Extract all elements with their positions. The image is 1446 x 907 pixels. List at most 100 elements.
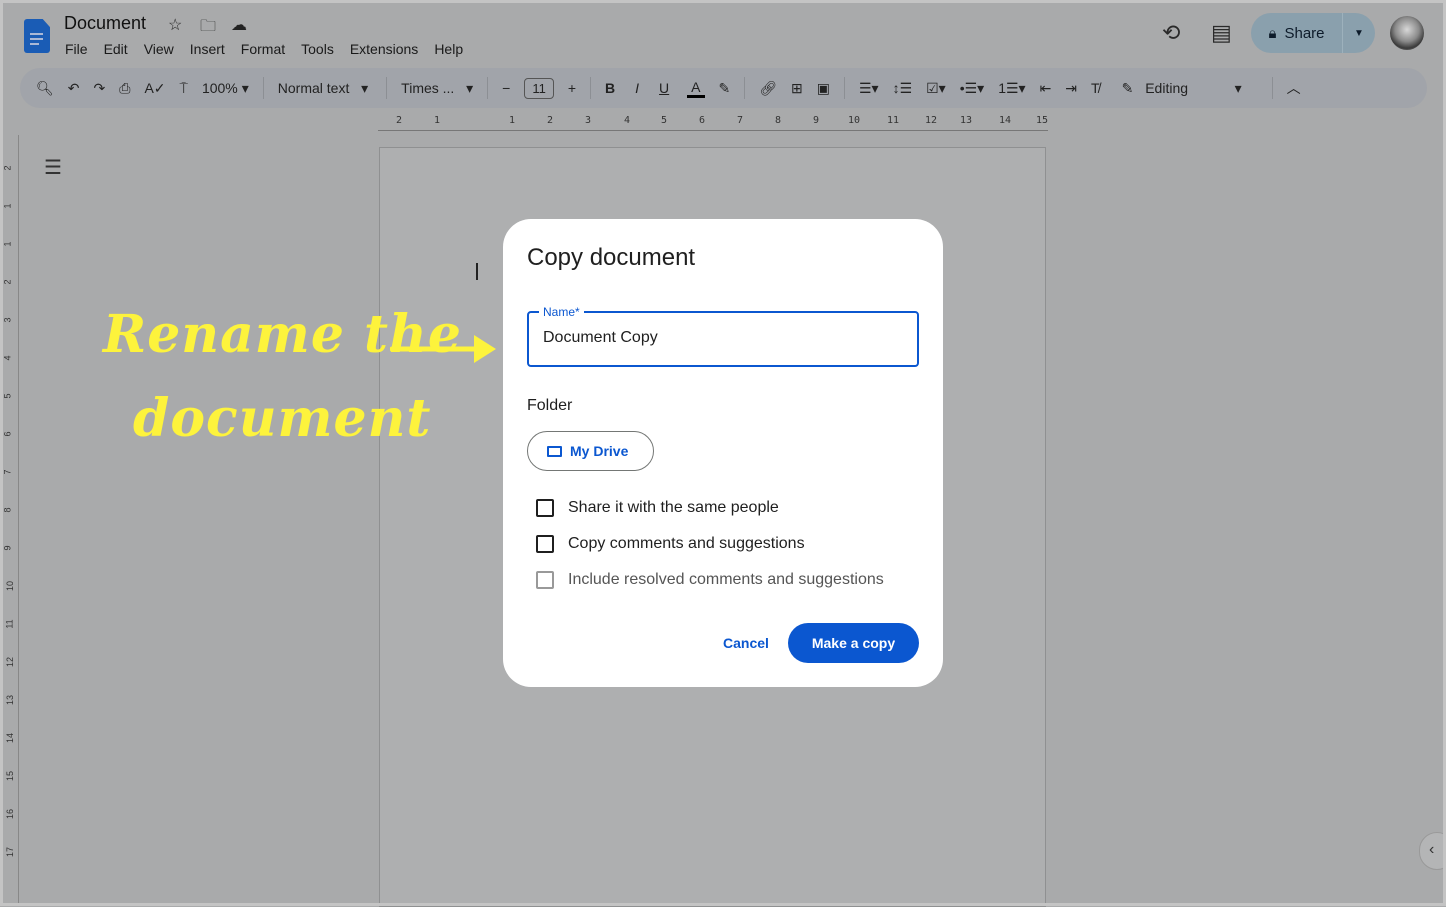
italic-button[interactable]: I — [635, 80, 639, 96]
side-panel-toggle[interactable]: ‹ — [1419, 832, 1446, 870]
divider — [843, 77, 845, 99]
ruler-tick-label: 7 — [737, 115, 744, 126]
divider — [590, 77, 592, 99]
redo-icon[interactable]: ↷ — [94, 80, 106, 97]
link-icon[interactable]: 🔗︎ — [759, 80, 777, 97]
ruler-tick-label: 1 — [509, 115, 516, 126]
divider — [744, 77, 746, 99]
comments-icon[interactable]: ▤ — [1211, 20, 1232, 46]
share-label: Share — [1284, 24, 1325, 42]
menu-file[interactable]: File — [65, 41, 88, 57]
copy-document-dialog: Copy document Name* Folder My Drive Shar… — [503, 219, 943, 687]
text-color-button[interactable]: A — [687, 79, 705, 98]
vertical-ruler[interactable]: 2 1 1 2 3 4 5 6 7 8 9 10 11 12 13 14 15 16 17 — [3, 135, 19, 903]
pencil-icon: ✎ — [1121, 79, 1134, 96]
name-label: Name* — [539, 305, 584, 319]
share-same-people-checkbox[interactable]: Share it with the same people — [536, 499, 779, 517]
bullet-list-icon[interactable]: •☰▾ — [960, 80, 984, 97]
ruler-tick-label: 12 — [925, 115, 938, 126]
ruler-tick-label: 9 — [2, 545, 13, 551]
ruler-tick-label: 5 — [2, 393, 13, 399]
make-copy-button[interactable]: Make a copy — [788, 623, 919, 663]
add-comment-icon[interactable]: ⊞ — [791, 80, 803, 97]
docs-logo-icon[interactable] — [24, 19, 50, 53]
ruler-tick-label: 10 — [848, 115, 861, 126]
avatar[interactable] — [1390, 16, 1424, 50]
ruler-tick-label: 16 — [5, 808, 16, 820]
style-select[interactable]: Normal text ▾ — [278, 80, 368, 97]
ruler-tick-label: 3 — [585, 115, 592, 126]
print-icon[interactable]: ⎙ — [119, 80, 130, 97]
ruler-tick-label: 8 — [775, 115, 782, 126]
font-select[interactable]: Times ... ▾ — [401, 80, 473, 97]
highlight-icon[interactable]: ✎ — [719, 80, 731, 97]
ruler-tick-label: 7 — [2, 469, 13, 475]
clear-formatting-icon[interactable]: T̸ — [1091, 80, 1100, 96]
share-dropdown-icon[interactable]: ▼ — [1343, 28, 1375, 39]
ruler-tick-label: 14 — [5, 732, 16, 744]
ruler-tick-label: 8 — [2, 507, 13, 513]
ruler-tick-label: 14 — [999, 115, 1012, 126]
menu-format[interactable]: Format — [241, 41, 285, 57]
collapse-toolbar-icon[interactable]: ︿ — [1287, 78, 1301, 98]
menu-view[interactable]: View — [144, 41, 174, 57]
annotation-line2: document — [133, 388, 432, 449]
increase-font-button[interactable]: + — [568, 80, 576, 96]
menu-tools[interactable]: Tools — [301, 41, 334, 57]
align-icon[interactable]: ☰▾ — [859, 80, 879, 97]
toolbar: 🔍︎ ↶ ↷ ⎙ A✓ ⍑ 100% ▾ Normal text ▾ Times… — [20, 68, 1427, 108]
ruler-tick-label: 13 — [5, 694, 16, 706]
document-outline-icon[interactable]: ☰ — [44, 155, 62, 180]
ruler-tick-label: 15 — [5, 770, 16, 782]
decrease-font-button[interactable]: − — [502, 80, 510, 96]
zoom-select[interactable]: 100% ▾ — [202, 80, 249, 97]
image-icon[interactable]: ▣ — [817, 80, 830, 97]
ruler-tick-label: 6 — [2, 431, 13, 437]
font-size-input[interactable]: 11 — [524, 77, 554, 99]
history-icon[interactable]: ⟲ — [1162, 20, 1180, 46]
ruler-tick-label: 6 — [699, 115, 706, 126]
cloud-saved-icon[interactable]: ☁ — [231, 15, 247, 35]
ruler-tick-label: 13 — [960, 115, 973, 126]
ruler-tick-label: 2 — [2, 279, 13, 285]
horizontal-ruler[interactable]: 2 1 1 2 3 4 5 6 7 8 9 10 11 12 13 14 15 — [378, 115, 1048, 131]
ruler-tick-label: 11 — [4, 619, 15, 629]
underline-button[interactable]: U — [659, 80, 669, 96]
ruler-tick-label: 17 — [5, 846, 16, 858]
star-icon[interactable]: ☆ — [168, 15, 182, 35]
menu-insert[interactable]: Insert — [190, 41, 225, 57]
search-icon[interactable]: 🔍︎ — [36, 80, 54, 97]
divider — [1271, 77, 1273, 99]
move-folder-icon[interactable]: 🗀 — [200, 15, 216, 42]
name-input[interactable] — [543, 329, 903, 347]
share-button[interactable]: 🔒︎ Share ▼ — [1251, 13, 1375, 53]
annotation-arrow — [390, 335, 496, 363]
checklist-icon[interactable]: ☑▾ — [926, 80, 946, 97]
ruler-tick-label: 9 — [813, 115, 820, 126]
folder-icon — [547, 445, 562, 457]
name-field[interactable]: Name* — [527, 305, 919, 367]
menu-extensions[interactable]: Extensions — [350, 41, 418, 57]
increase-indent-icon[interactable]: ⇥ — [1065, 80, 1077, 97]
ruler-tick-label: 3 — [2, 317, 13, 323]
paint-format-icon[interactable]: ⍑ — [180, 80, 188, 97]
copy-comments-checkbox[interactable]: Copy comments and suggestions — [536, 535, 805, 553]
ruler-tick-label: 11 — [887, 115, 900, 126]
decrease-indent-icon[interactable]: ⇤ — [1040, 80, 1052, 97]
numbered-list-icon[interactable]: 1☰▾ — [998, 80, 1025, 97]
menu-edit[interactable]: Edit — [104, 41, 128, 57]
folder-picker-button[interactable]: My Drive — [527, 431, 654, 471]
bold-button[interactable]: B — [605, 80, 615, 96]
folder-label: Folder — [527, 397, 573, 414]
text-cursor — [476, 263, 478, 280]
cancel-button[interactable]: Cancel — [713, 623, 779, 663]
ruler-tick-label: 5 — [661, 115, 668, 126]
editing-mode-select[interactable]: ✎ Editing ▾ — [1122, 80, 1242, 97]
divider — [487, 77, 489, 99]
menu-help[interactable]: Help — [434, 41, 463, 57]
document-title[interactable]: Document — [64, 13, 146, 34]
line-spacing-icon[interactable]: ↕☰ — [893, 80, 913, 97]
spellcheck-icon[interactable]: A✓ — [144, 80, 165, 97]
undo-icon[interactable]: ↶ — [68, 80, 80, 97]
ruler-tick-label: 1 — [434, 115, 441, 126]
